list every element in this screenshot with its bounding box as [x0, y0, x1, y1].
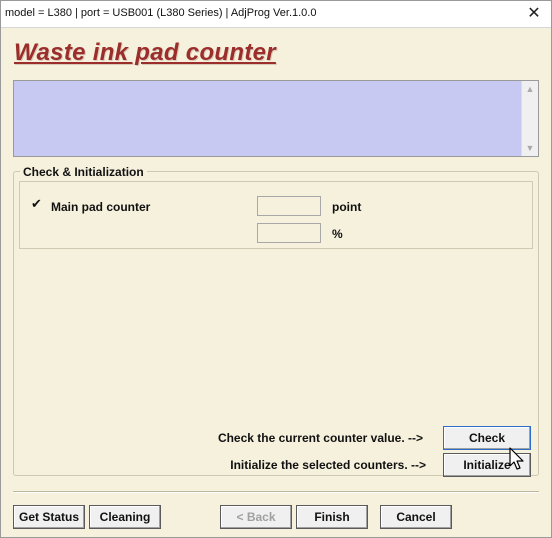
point-unit-label: point	[332, 200, 362, 214]
footer-divider	[13, 491, 539, 493]
cleaning-button[interactable]: Cleaning	[89, 505, 161, 529]
status-text-area[interactable]: ▲ ▼	[13, 80, 539, 157]
percent-value-field	[257, 223, 321, 243]
main-pad-label: Main pad counter	[51, 200, 151, 214]
back-button[interactable]: < Back	[220, 505, 292, 529]
get-status-button[interactable]: Get Status	[13, 505, 85, 529]
close-icon[interactable]: ✕	[523, 3, 545, 25]
adjprog-window: model = L380 | port = USB001 (L380 Serie…	[0, 0, 552, 538]
vertical-scrollbar[interactable]: ▲ ▼	[521, 81, 538, 156]
percent-unit-label: %	[332, 227, 343, 241]
cancel-button[interactable]: Cancel	[380, 505, 452, 529]
title-bar: model = L380 | port = USB001 (L380 Serie…	[1, 1, 551, 28]
main-pad-checkbox[interactable]: ✔	[31, 197, 43, 210]
initialize-hint: Initialize the selected counters. -->	[230, 458, 426, 472]
scroll-up-icon[interactable]: ▲	[522, 82, 538, 96]
window-title: model = L380 | port = USB001 (L380 Serie…	[5, 7, 317, 19]
scroll-down-icon[interactable]: ▼	[522, 141, 538, 155]
point-value-field	[257, 196, 321, 216]
mouse-pointer-icon	[509, 447, 524, 470]
group-title: Check & Initialization	[20, 165, 147, 179]
check-hint: Check the current counter value. -->	[217, 431, 423, 445]
page-title: Waste ink pad counter	[14, 39, 276, 66]
finish-button[interactable]: Finish	[296, 505, 368, 529]
